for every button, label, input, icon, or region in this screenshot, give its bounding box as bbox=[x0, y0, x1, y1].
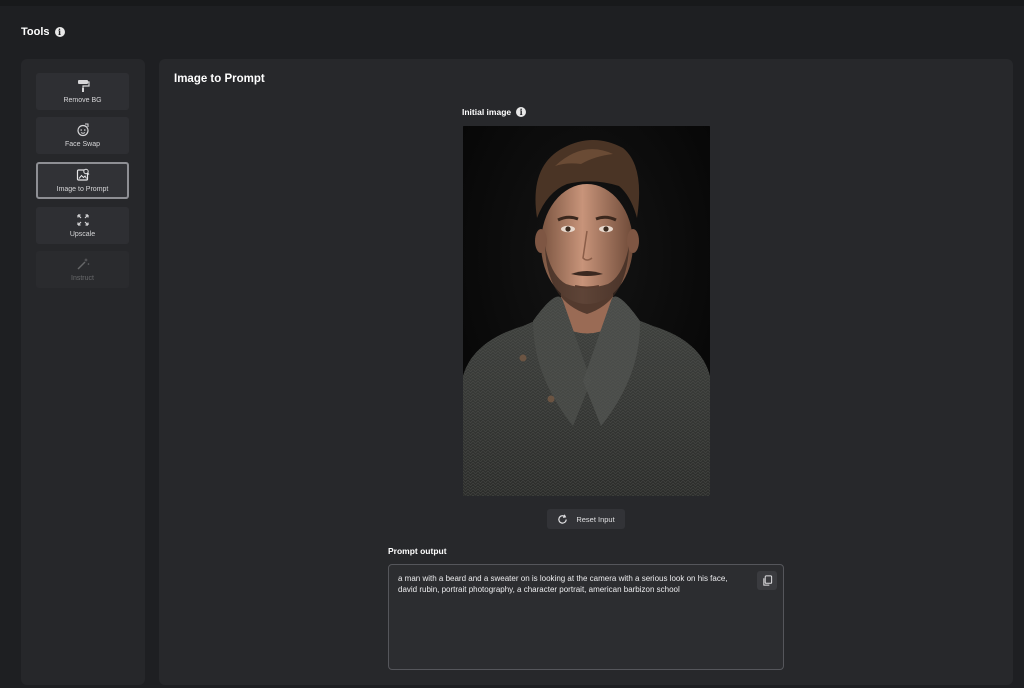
reset-input-label: Reset Input bbox=[576, 514, 615, 524]
image-to-prompt-button[interactable]: Image to Prompt bbox=[36, 162, 129, 199]
prompt-output-text[interactable]: a man with a beard and a sweater on is l… bbox=[398, 573, 748, 595]
reset-input-button[interactable]: Reset Input bbox=[547, 509, 625, 529]
tool-label: Remove BG bbox=[63, 97, 102, 104]
face-swap-icon bbox=[76, 123, 89, 137]
tool-label: Face Swap bbox=[64, 141, 101, 148]
info-icon[interactable]: i bbox=[54, 27, 65, 37]
prompt-output-field[interactable]: a man with a beard and a sweater on is l… bbox=[388, 564, 784, 670]
image-search-icon bbox=[76, 168, 89, 181]
upscale-button[interactable]: Upscale bbox=[36, 207, 129, 244]
instruct-button: Instruct bbox=[36, 251, 129, 288]
tool-label: Instruct bbox=[71, 275, 94, 282]
paint-roller-icon bbox=[77, 80, 90, 92]
portrait-photo bbox=[463, 126, 710, 496]
image-to-prompt-panel: Image to Prompt Initial image i Reset In… bbox=[159, 59, 1013, 685]
initial-image-label: Initial image bbox=[462, 107, 512, 117]
copy-button[interactable] bbox=[757, 571, 777, 590]
magic-wand-icon bbox=[77, 258, 89, 270]
info-icon[interactable]: i bbox=[516, 107, 527, 117]
tool-label: Upscale bbox=[69, 231, 96, 238]
top-bar bbox=[0, 0, 1024, 6]
initial-image[interactable] bbox=[463, 126, 710, 496]
prompt-output-label: Prompt output bbox=[388, 546, 447, 556]
refresh-icon bbox=[558, 513, 568, 524]
tools-sidebar: Remove BG Face Swap Image to Prompt Upsc… bbox=[21, 59, 145, 685]
page-title: Image to Prompt bbox=[174, 73, 265, 85]
remove-bg-button[interactable]: Remove BG bbox=[36, 73, 129, 110]
face-swap-button[interactable]: Face Swap bbox=[36, 117, 129, 154]
copy-icon bbox=[762, 575, 772, 586]
tools-title: Tools bbox=[21, 26, 50, 38]
tools-header: Tools i bbox=[21, 26, 65, 38]
initial-image-header: Initial image i bbox=[462, 107, 527, 117]
tool-label: Image to Prompt bbox=[56, 186, 109, 193]
expand-arrows-icon bbox=[76, 214, 89, 226]
